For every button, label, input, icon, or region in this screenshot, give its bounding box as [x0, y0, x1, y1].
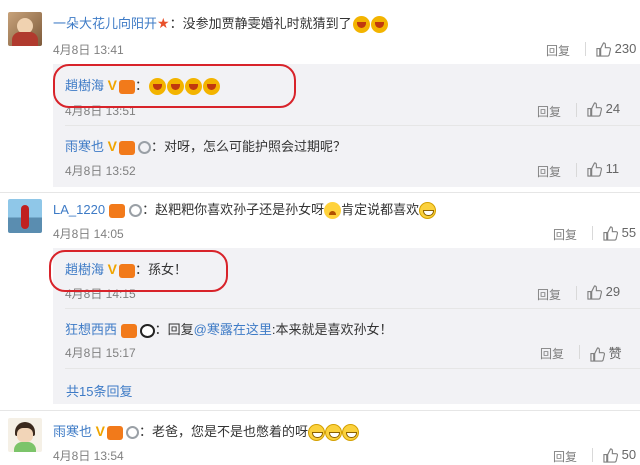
reply-text: ：对呀，怎么可能护照会过期呢？	[150, 139, 346, 154]
vip-badge-icon	[109, 203, 126, 218]
like-button[interactable]: 29	[587, 284, 620, 300]
divider	[576, 103, 577, 117]
timestamp: 4月8日 13:41	[53, 43, 124, 57]
like-count: 55	[621, 225, 637, 240]
avatar[interactable]	[8, 12, 42, 46]
laugh-emoji-icon	[352, 16, 370, 34]
comment-text: ：没参加贾静雯婚礼时就猜到了	[169, 16, 352, 31]
username-link[interactable]: 雨寒也	[53, 424, 92, 439]
vip-badge-icon	[118, 140, 135, 155]
crying-emoji-icon	[324, 202, 342, 220]
medal-badge-icon	[125, 426, 139, 440]
like-button[interactable]: 赞	[590, 343, 622, 362]
timestamp: 4月8日 13:52	[65, 164, 136, 178]
like-count: 50	[621, 447, 637, 462]
divider	[579, 345, 580, 359]
comment-line: 一朵大花儿向阳开★：没参加贾静雯婚礼时就猜到了	[53, 13, 388, 34]
grin-emoji-icon	[419, 202, 437, 220]
divider	[65, 308, 640, 309]
comment-text: 肯定说都喜欢	[341, 202, 420, 217]
verified-v-icon: V	[95, 423, 105, 439]
medal-badge-icon	[137, 141, 151, 155]
like-button[interactable]: 24	[587, 101, 620, 117]
avatar[interactable]	[8, 418, 42, 452]
highlight-oval	[53, 64, 296, 108]
thumbs-up-icon	[603, 448, 618, 463]
medal-badge-icon	[129, 204, 143, 218]
reply-line: 狂想西西 ：回复@寒露在这里:本来就是喜欢孙女！	[65, 319, 392, 338]
timestamp: 4月8日 14:05	[53, 227, 124, 241]
grin-emoji-icon	[308, 424, 325, 442]
star-badge-icon: ★	[157, 15, 170, 31]
reply-button[interactable]: 回复	[537, 286, 561, 303]
reply-button[interactable]: 回复	[553, 226, 577, 243]
like-button[interactable]: 50	[603, 447, 636, 463]
grin-emoji-icon	[325, 424, 342, 442]
vip-badge-icon	[120, 323, 137, 338]
reply-text: :本来就是喜欢孙女！	[271, 322, 393, 337]
thumbs-up-icon	[587, 102, 602, 117]
highlight-oval	[49, 250, 228, 292]
reply-text: ：回复	[154, 322, 194, 337]
like-button[interactable]: 55	[603, 225, 636, 241]
laugh-emoji-icon	[370, 16, 388, 34]
reply-button[interactable]: 回复	[537, 103, 561, 120]
timestamp: 4月8日 13:54	[53, 449, 124, 463]
mention-link[interactable]: @寒露在这里	[194, 322, 272, 337]
grin-emoji-icon	[342, 424, 359, 442]
reply-button[interactable]: 回复	[546, 42, 570, 59]
divider	[576, 163, 577, 177]
comment-text: ：老爸，您是不是也憋着的呀	[138, 424, 308, 439]
divider	[592, 448, 593, 462]
divider	[65, 125, 640, 126]
like-count: 230	[614, 41, 637, 56]
comment-line: LA_1220 ：赵粑粑你喜欢孙子还是孙女呀 肯定说都喜欢	[53, 199, 437, 220]
avatar[interactable]	[8, 199, 42, 233]
divider	[585, 42, 586, 56]
divider	[576, 286, 577, 300]
like-count: 24	[605, 101, 621, 116]
like-button[interactable]: 11	[587, 161, 619, 177]
divider	[65, 368, 640, 369]
more-replies-link[interactable]: 共15条回复	[66, 381, 132, 400]
comment-text: ：赵粑粑你喜欢孙子还是孙女呀	[142, 202, 325, 217]
reply-button[interactable]: 回复	[540, 345, 564, 362]
username-link[interactable]: 雨寒也	[65, 139, 104, 154]
username-link[interactable]: LA_1220	[53, 202, 105, 217]
thumbs-up-icon	[596, 42, 611, 57]
divider	[592, 226, 593, 240]
like-count: 11	[605, 161, 620, 176]
divider	[0, 192, 640, 193]
username-link[interactable]: 一朵大花儿向阳开	[53, 16, 157, 31]
like-count: 29	[605, 284, 621, 299]
reply-button[interactable]: 回复	[537, 163, 561, 180]
reply-button[interactable]: 回复	[553, 448, 577, 465]
reply-line: 雨寒也 V ：对呀，怎么可能护照会过期呢？	[65, 136, 346, 155]
vip-badge-icon	[106, 425, 123, 440]
panda-badge-icon	[139, 323, 155, 338]
verified-v-icon: V	[107, 138, 117, 154]
timestamp: 4月8日 15:17	[65, 346, 136, 360]
username-link[interactable]: 狂想西西	[65, 322, 117, 337]
thumbs-up-icon	[587, 162, 602, 177]
like-label: 赞	[608, 346, 622, 361]
thumbs-up-icon	[587, 285, 602, 300]
thumbs-up-icon	[603, 226, 618, 241]
divider	[0, 410, 640, 411]
comment-line: 雨寒也 V ：老爸，您是不是也憋着的呀	[53, 421, 359, 442]
thumbs-up-icon	[590, 347, 605, 362]
like-button[interactable]: 230	[596, 41, 636, 57]
